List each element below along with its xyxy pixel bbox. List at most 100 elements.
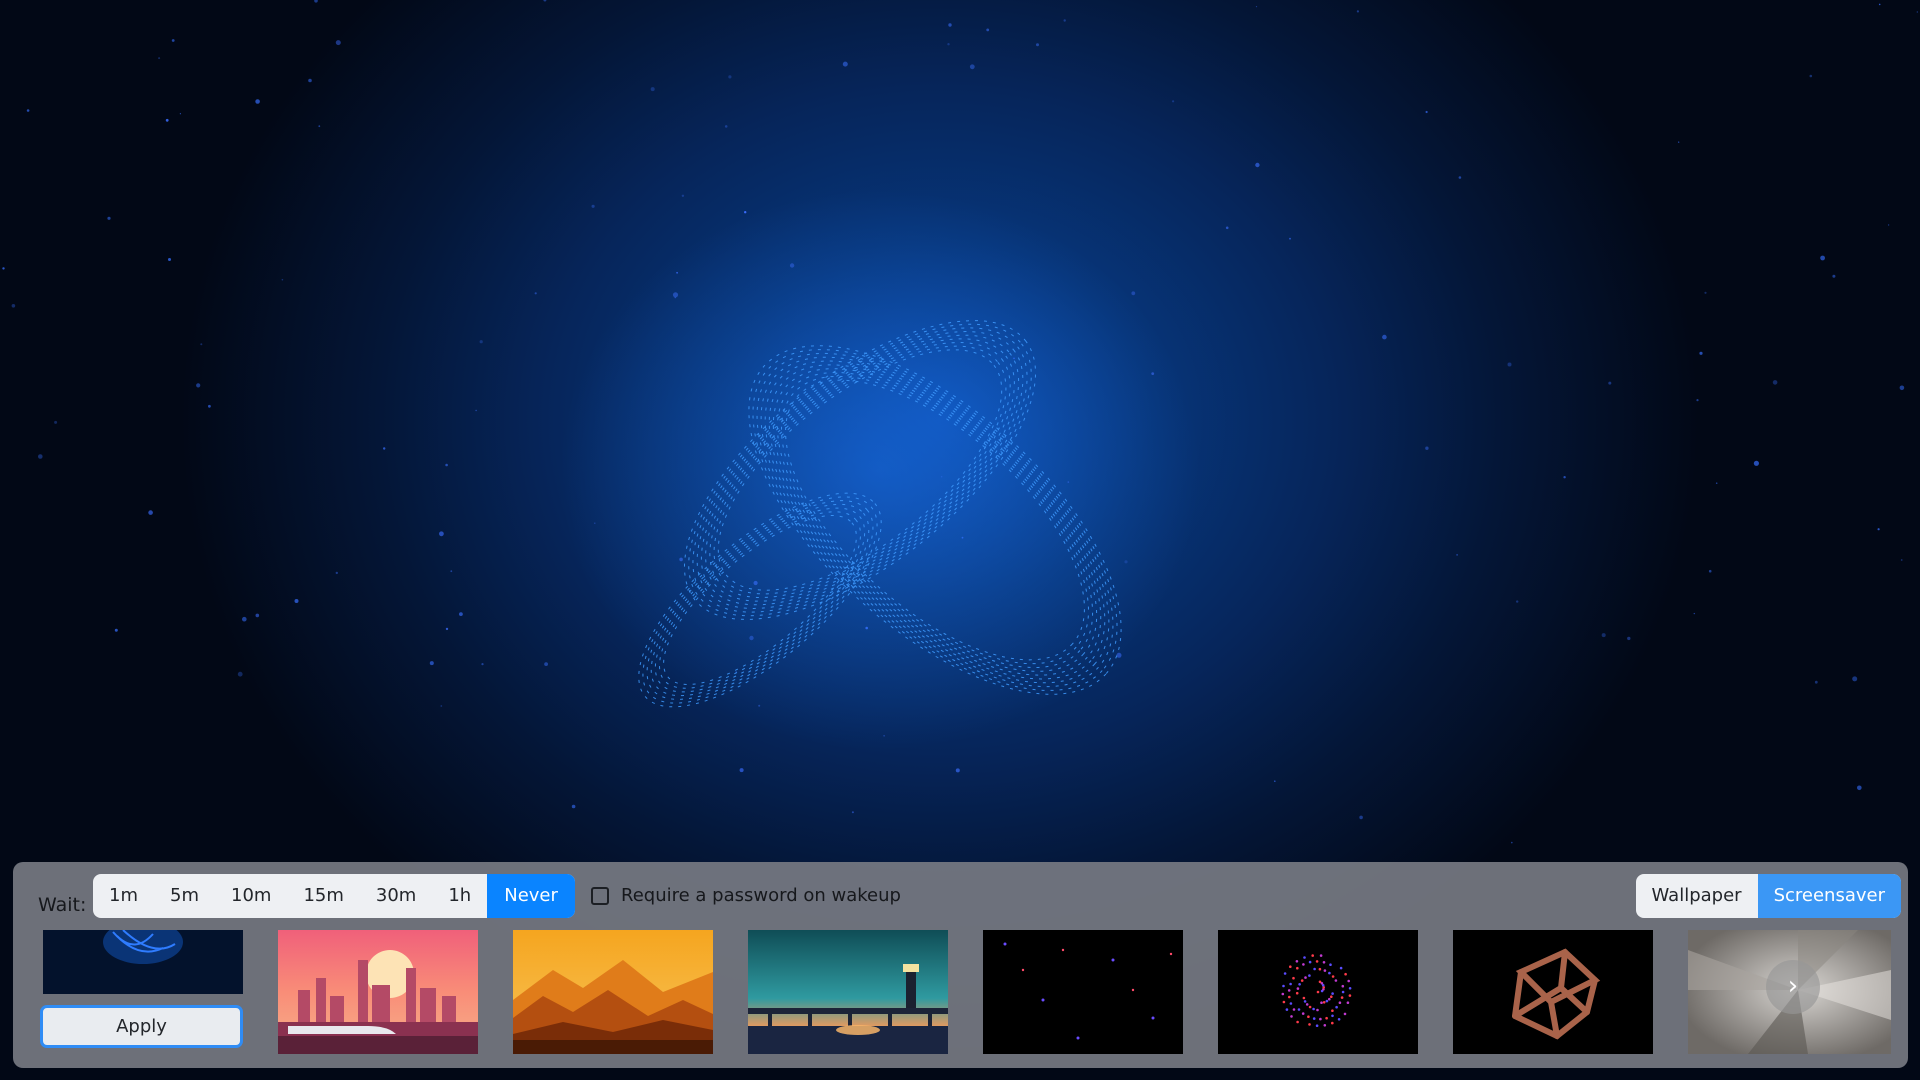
sphere-particle: [1338, 1001, 1342, 1004]
sphere-particle: [1346, 1001, 1350, 1004]
sphere-particle: [1298, 983, 1301, 986]
sphere-particle: [1292, 1008, 1296, 1011]
chevron-right-icon[interactable]: ›: [1766, 960, 1820, 1014]
sphere-particle: [1316, 1008, 1319, 1012]
sphere-particle: [1347, 979, 1350, 983]
thumbnail-particle-sphere[interactable]: [1218, 930, 1418, 1054]
wait-option-1m[interactable]: 1m: [93, 874, 154, 918]
sphere-particle: [1300, 979, 1304, 982]
sphere-particle: [1281, 992, 1285, 996]
sphere-particle: [1343, 1012, 1347, 1016]
sphere-particle: [1348, 987, 1352, 990]
sphere-particle: [1292, 976, 1295, 980]
wait-option-10m[interactable]: 10m: [215, 874, 287, 918]
sphere-particle: [1288, 995, 1291, 999]
sphere-particle: [1289, 965, 1292, 968]
sphere-particle: [1295, 991, 1299, 995]
sphere-particle: [1322, 961, 1326, 964]
sphere-particle: [1328, 971, 1331, 975]
sphere-particle: [1341, 990, 1345, 994]
sphere-particle: [1323, 1024, 1327, 1027]
sphere-particle: [1319, 954, 1323, 957]
sphere-particle: [1303, 1000, 1307, 1003]
sphere-particle: [1308, 974, 1311, 977]
sphere-particle: [1331, 992, 1334, 995]
sphere-particle: [1325, 1016, 1328, 1020]
sphere-particle: [1339, 966, 1343, 970]
sphere-particle: [1312, 1007, 1315, 1011]
sphere-particle: [1316, 990, 1320, 994]
sphere-particle: [1331, 975, 1335, 978]
sphere-particle: [1325, 999, 1329, 1003]
wait-option-15m[interactable]: 15m: [287, 874, 359, 918]
thumbnail-wireframe-cube[interactable]: [1453, 930, 1653, 1054]
sphere-particle: [1313, 967, 1316, 971]
thumbnail-city-sunset[interactable]: [278, 930, 478, 1054]
sphere-particle: [1295, 960, 1299, 963]
sphere-particle: [1285, 1008, 1289, 1011]
sphere-particle: [1315, 1024, 1319, 1027]
require-password-label[interactable]: Require a password on wakeup: [621, 874, 901, 918]
sphere-particle: [1311, 954, 1314, 957]
sphere-particle: [1283, 972, 1287, 975]
sphere-particle: [1340, 996, 1344, 999]
sphere-particle: [1296, 1020, 1299, 1024]
sphere-particle: [1322, 1001, 1326, 1004]
sphere-particle: [1318, 967, 1322, 971]
sphere-particle: [1341, 984, 1345, 988]
sphere-particle: [1318, 980, 1322, 984]
sphere-particle: [1315, 960, 1319, 963]
sphere-particle: [1337, 1018, 1341, 1021]
thumbnail-lighthouse-bridge[interactable]: [748, 930, 948, 1054]
sphere-particle: [1302, 996, 1306, 1000]
sphere-particle: [1297, 1008, 1301, 1011]
sphere-particle: [1329, 963, 1332, 966]
sphere-particle: [1282, 984, 1285, 988]
require-password-checkbox[interactable]: [591, 887, 609, 905]
thumbnail-gray-spiral[interactable]: ›: [1688, 930, 1891, 1054]
sphere-particle: [1304, 976, 1307, 979]
wait-option-1h[interactable]: 1h: [432, 874, 487, 918]
wait-option-5m[interactable]: 5m: [154, 874, 215, 918]
sphere-particle: [1312, 1017, 1316, 1020]
sphere-particle: [1308, 1005, 1312, 1009]
screensaver-tab[interactable]: Screensaver: [1757, 874, 1901, 918]
sphere-particle: [1296, 987, 1300, 990]
wait-duration-group: 1m 5m 10m 15m 30m 1h Never: [93, 874, 575, 918]
sphere-particle: [1287, 989, 1291, 992]
sphere-particle: [1335, 1005, 1338, 1009]
thumbnail-dark-particles[interactable]: [983, 930, 1183, 1054]
sphere-particle: [1303, 956, 1306, 959]
wait-label: Wait:: [38, 894, 87, 916]
mode-toggle: Wallpaper Screensaver: [1635, 874, 1901, 918]
sphere-particle: [1290, 1015, 1293, 1018]
sphere-particle: [1331, 1014, 1334, 1018]
sphere-particle: [1308, 1023, 1311, 1026]
sphere-particle: [1348, 994, 1352, 997]
wallpaper-tab[interactable]: Wallpaper: [1636, 874, 1758, 918]
sphere-particle: [1296, 966, 1299, 970]
sphere-particle: [1320, 1001, 1323, 1004]
thumbnail-orange-mountains[interactable]: [513, 930, 713, 1054]
sphere-particle: [1331, 1009, 1334, 1012]
sphere-particle: [1331, 1021, 1334, 1025]
sphere-particle: [1328, 997, 1331, 1001]
sphere-particle: [1334, 979, 1338, 982]
wait-option-never[interactable]: Never: [487, 874, 575, 918]
sphere-particle: [1289, 982, 1292, 986]
sphere-particle: [1323, 969, 1327, 972]
apply-button[interactable]: Apply: [40, 1005, 243, 1048]
sphere-particle: [1330, 995, 1333, 998]
sphere-particle: [1302, 963, 1305, 966]
wait-option-30m[interactable]: 30m: [360, 874, 432, 918]
sphere-particle: [1289, 1002, 1293, 1005]
sphere-particle: [1301, 1012, 1305, 1015]
sphere-particle: [1344, 972, 1347, 976]
sphere-particle: [1305, 1003, 1309, 1006]
sphere-particle: [1307, 1015, 1310, 1018]
screensaver-panel: Wait: 1m 5m 10m 15m 30m 1h Never Require…: [13, 862, 1908, 1068]
current-screensaver-thumbnail: [43, 930, 243, 994]
sphere-particle: [1308, 960, 1312, 964]
sphere-particle: [1319, 1017, 1322, 1021]
sphere-particle: [1282, 1000, 1286, 1004]
